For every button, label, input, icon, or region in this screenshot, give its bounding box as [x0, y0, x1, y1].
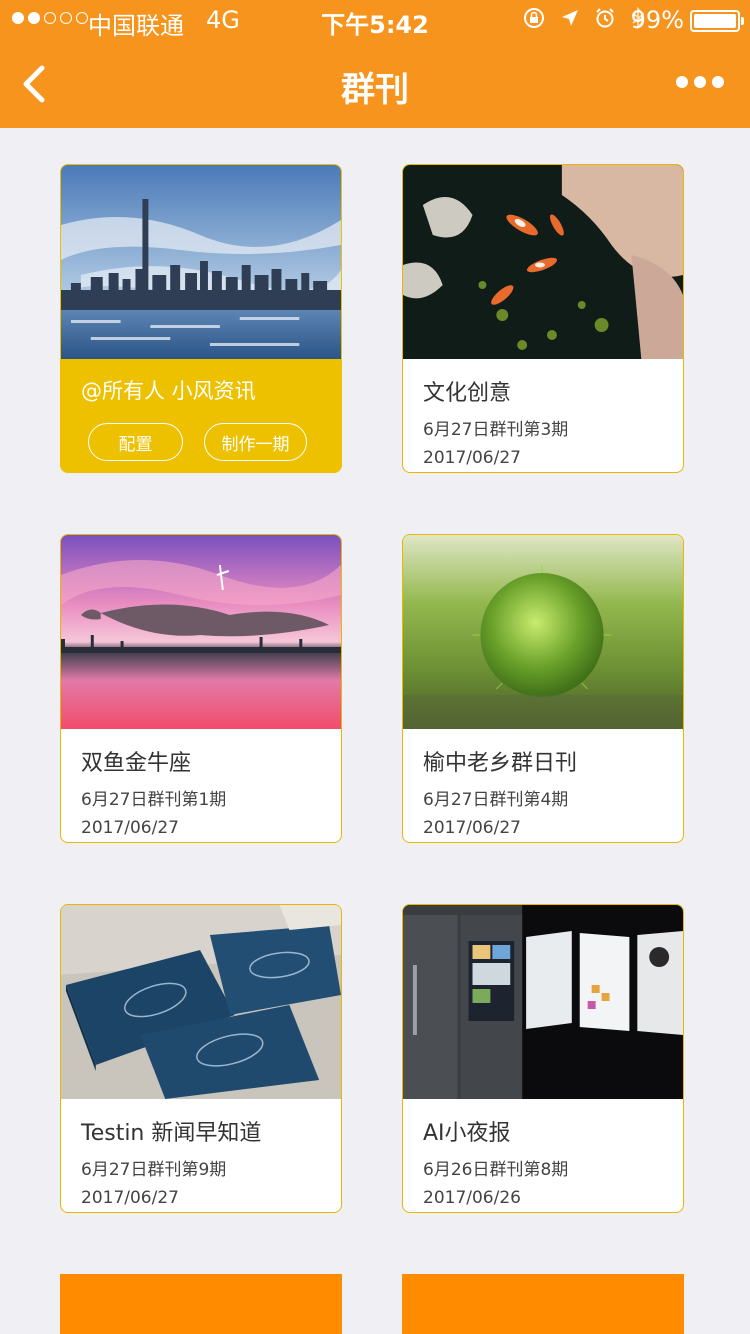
journal-card-date: 2017/06/27	[423, 448, 521, 468]
journal-card-title: AI小夜报	[423, 1121, 511, 1146]
journal-card[interactable]: AI小夜报 6月26日群刊第8期 2017/06/26	[402, 904, 684, 1213]
journal-card-title: Testin 新闻早知道	[81, 1121, 262, 1146]
journal-card-partial[interactable]	[60, 1274, 342, 1334]
whale-sunset-image	[61, 535, 341, 729]
page-title: 群刊	[341, 70, 409, 110]
journal-card-issue: 6月27日群刊第9期	[81, 1160, 227, 1180]
journal-card-title: 双鱼金牛座	[81, 751, 192, 776]
featured-card[interactable]: @所有人 小风资讯 配置 制作一期	[60, 164, 342, 473]
smart-fridge-image	[403, 905, 683, 1099]
journal-card-date: 2017/06/26	[423, 1188, 521, 1208]
journal-card-issue: 6月26日群刊第8期	[423, 1160, 569, 1180]
orientation-lock-icon	[524, 8, 544, 28]
battery-percent: 99%	[630, 6, 684, 34]
status-bar: 中国联通 4G 下午5:42 99%	[0, 0, 750, 40]
journal-card-title: 榆中老乡群日刊	[423, 751, 578, 776]
featured-card-title: @所有人 小风资讯	[81, 379, 256, 403]
journal-card-partial[interactable]	[402, 1274, 684, 1334]
journal-card-title: 文化创意	[423, 381, 512, 406]
journal-card-date: 2017/06/27	[423, 818, 521, 838]
journal-card-date: 2017/06/27	[81, 1188, 179, 1208]
top-bar: 中国联通 4G 下午5:42 99% 群刊	[0, 0, 750, 128]
koi-pond-image	[403, 165, 683, 359]
journal-card-date: 2017/06/27	[81, 818, 179, 838]
green-moss-ball-image	[403, 535, 683, 729]
journal-card[interactable]: 文化创意 6月27日群刊第3期 2017/06/27	[402, 164, 684, 473]
more-icon[interactable]	[676, 76, 724, 88]
battery-icon	[690, 10, 744, 32]
location-arrow-icon	[562, 10, 578, 26]
alarm-icon	[596, 8, 614, 28]
journal-card-issue: 6月27日群刊第4期	[423, 790, 569, 810]
journal-card-issue: 6月27日群刊第3期	[423, 420, 569, 440]
brochures-image	[61, 905, 341, 1099]
city-skyline-image	[61, 165, 341, 359]
journal-card[interactable]: 榆中老乡群日刊 6月27日群刊第4期 2017/06/27	[402, 534, 684, 843]
journal-card-issue: 6月27日群刊第1期	[81, 790, 227, 810]
journal-card[interactable]: 双鱼金牛座 6月27日群刊第1期 2017/06/27	[60, 534, 342, 843]
make-issue-button[interactable]: 制作一期	[204, 423, 307, 461]
journal-card[interactable]: Testin 新闻早知道 6月27日群刊第9期 2017/06/27	[60, 904, 342, 1213]
config-button[interactable]: 配置	[88, 423, 183, 461]
